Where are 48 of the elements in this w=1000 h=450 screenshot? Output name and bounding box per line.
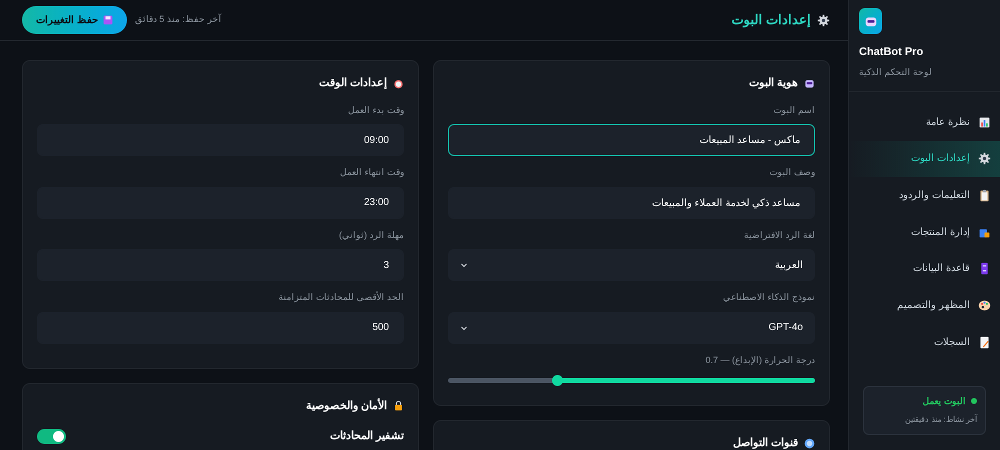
slider-track[interactable] bbox=[448, 378, 815, 383]
field-label: اسم البوت bbox=[772, 104, 815, 117]
save-button[interactable]: حفظ التغييرات bbox=[22, 6, 127, 34]
input-field[interactable]: ماكس - مساعد المبيعات bbox=[448, 124, 815, 156]
input-field[interactable]: 3 bbox=[37, 249, 404, 281]
palette-icon bbox=[978, 298, 991, 312]
card-title: هوية البوت bbox=[748, 76, 798, 91]
slider-thumb[interactable] bbox=[552, 375, 564, 386]
brand-subtitle: لوحة التحكم الذكية bbox=[859, 66, 932, 79]
field-label: وقت بدء العمل bbox=[346, 104, 404, 117]
card-title: الأمان والخصوصية bbox=[306, 398, 387, 414]
dropdown[interactable]: GPT-4o bbox=[448, 312, 815, 344]
gear-icon bbox=[978, 152, 991, 166]
setting-label: تشفير المحادثات bbox=[330, 429, 404, 444]
input-field[interactable]: 23:00 bbox=[37, 186, 404, 218]
nav-item[interactable]: قاعدة البيانات bbox=[849, 250, 1000, 287]
field-label: وقت انتهاء العمل bbox=[338, 166, 404, 180]
document-icon bbox=[978, 336, 991, 349]
page-title: إعدادات البوت bbox=[731, 11, 811, 30]
clipboard-icon bbox=[978, 188, 991, 202]
nav-item[interactable]: نظرة عامة bbox=[849, 104, 1000, 140]
nav-item[interactable]: المظهر والتصميم bbox=[849, 287, 1000, 324]
input-field[interactable]: 500 bbox=[37, 312, 404, 344]
nav-item[interactable]: إدارة المنتجات bbox=[849, 214, 1000, 250]
nav-item[interactable]: السجلات bbox=[849, 324, 1000, 360]
brand-name: ChatBot Pro bbox=[859, 45, 924, 60]
lock-icon bbox=[393, 400, 404, 412]
input-field[interactable]: 09:00 bbox=[37, 124, 404, 156]
field-label: الحد الأقصى للمحادثات المتزامنة bbox=[277, 291, 404, 304]
chevron-down-icon bbox=[460, 324, 468, 332]
logo-icon bbox=[859, 8, 882, 34]
status-detail: آخر نشاط: منذ دقيقتين bbox=[905, 414, 977, 426]
dropdown[interactable]: العربية bbox=[448, 249, 815, 281]
field-label: وصف البوت bbox=[768, 166, 815, 180]
card-title: إعدادات الوقت bbox=[318, 76, 387, 91]
field-label: لغة الرد الافتراضية bbox=[742, 228, 815, 242]
input-field[interactable]: مساعد ذكي لخدمة العملاء والمبيعات bbox=[448, 186, 815, 218]
status-label: البوت يعمل bbox=[922, 394, 966, 408]
chart-icon bbox=[978, 116, 991, 128]
nav-item[interactable]: التعليمات والردود bbox=[849, 177, 1000, 214]
gear-icon bbox=[817, 14, 830, 26]
field-label: مهلة الرد (ثواني) bbox=[338, 228, 404, 242]
field-label: درجة الحرارة (الإبداع) — 0.7 bbox=[704, 354, 815, 367]
card-title: قنوات التواصل bbox=[732, 436, 798, 450]
field-label: نموذج الذكاء الاصطناعي bbox=[722, 291, 815, 304]
toggle-switch[interactable] bbox=[37, 428, 66, 444]
last-saved-text: آخر حفظ: منذ 5 دقائق bbox=[134, 13, 222, 26]
chevron-down-icon bbox=[460, 261, 468, 269]
